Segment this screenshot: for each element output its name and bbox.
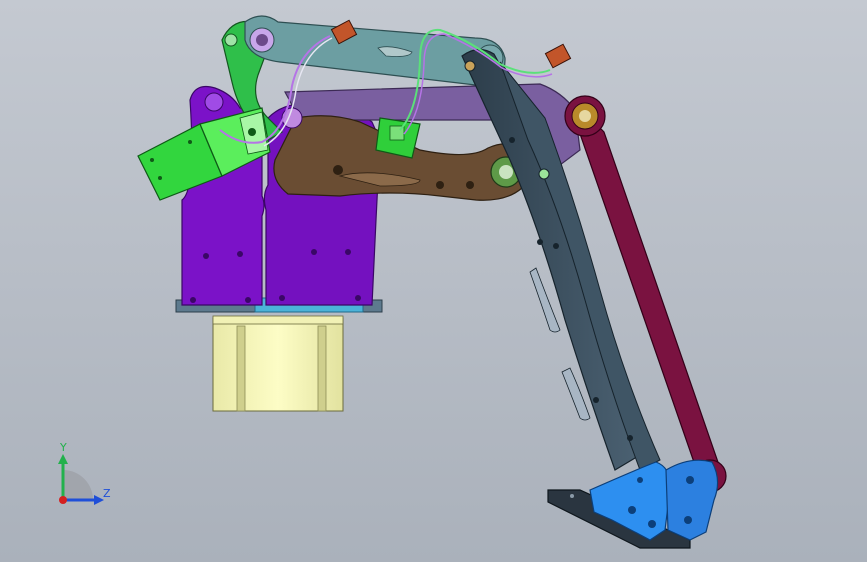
teal-link[interactable] — [244, 15, 506, 87]
x-axis-dot — [59, 496, 67, 504]
cad-viewport[interactable]: Y Z — [0, 0, 867, 562]
z-axis-label: Z — [103, 487, 111, 500]
y-axis-arrow-icon — [58, 454, 68, 464]
stepper-motor[interactable] — [212, 315, 344, 412]
reference-triad: Y Z — [58, 441, 111, 505]
servo-right[interactable] — [375, 117, 421, 159]
robot-arm-model[interactable] — [0, 0, 867, 562]
y-axis-label: Y — [59, 441, 67, 454]
